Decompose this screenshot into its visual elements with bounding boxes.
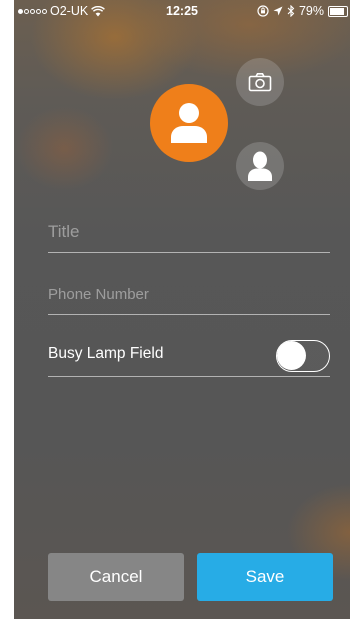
busy-lamp-field-toggle[interactable]	[276, 340, 330, 372]
choose-contact-button[interactable]	[236, 142, 284, 190]
busy-lamp-field-row: Busy Lamp Field	[48, 338, 330, 377]
phone-number-input[interactable]	[48, 274, 330, 314]
contact-silhouette-icon	[248, 151, 272, 181]
camera-icon	[248, 73, 272, 92]
battery-icon	[328, 5, 348, 17]
title-input[interactable]	[48, 212, 330, 252]
bluetooth-icon	[287, 5, 295, 17]
busy-lamp-field-label: Busy Lamp Field	[48, 345, 164, 362]
phone-number-field	[48, 274, 330, 315]
lock-rotation-icon	[257, 5, 269, 17]
person-icon	[171, 103, 207, 143]
cancel-button[interactable]: Cancel	[48, 553, 184, 601]
status-right: 79%	[257, 0, 348, 22]
avatar[interactable]	[150, 84, 228, 162]
camera-button[interactable]	[236, 58, 284, 106]
save-button[interactable]: Save	[197, 553, 333, 601]
title-field	[48, 212, 330, 253]
location-arrow-icon	[273, 6, 283, 16]
battery-percent: 79%	[298, 4, 324, 18]
toggle-knob	[277, 341, 306, 370]
status-bar: O2-UK 12:25 79%	[14, 0, 350, 22]
contact-editor-screen: O2-UK 12:25 79% Title Phone Number Busy …	[14, 0, 350, 619]
